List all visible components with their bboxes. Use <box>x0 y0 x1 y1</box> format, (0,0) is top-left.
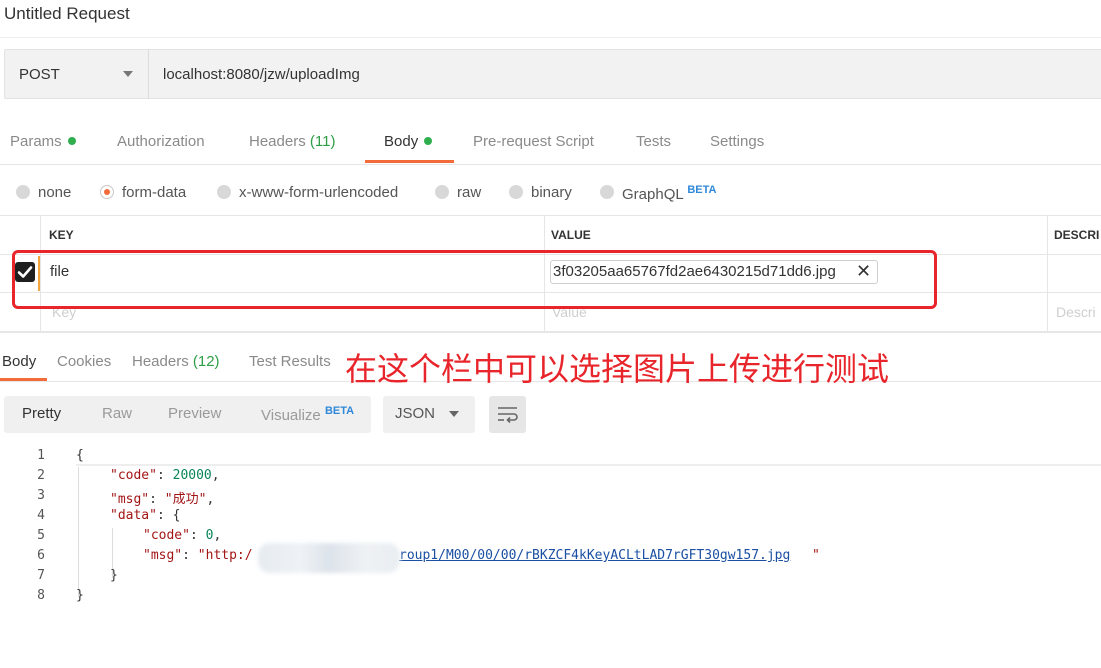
code-quote: " <box>812 548 820 563</box>
radio-label-form-data[interactable]: form-data <box>122 184 186 201</box>
beta-badge: BETA <box>687 184 717 196</box>
code-line: } <box>76 588 84 603</box>
line-number: 2 <box>37 468 45 483</box>
code-line: "msg": "成功", <box>110 492 215 507</box>
radio-label-raw[interactable]: raw <box>457 184 481 201</box>
url-input[interactable] <box>150 50 1090 98</box>
response-tab-headers[interactable]: Headers (12) <box>132 353 220 370</box>
language-label[interactable]: JSON <box>395 405 435 422</box>
divider <box>0 164 1101 165</box>
line-number: 5 <box>37 528 45 543</box>
radio-label-binary[interactable]: binary <box>531 184 572 201</box>
response-tab-cookies[interactable]: Cookies <box>57 353 111 370</box>
method-label[interactable]: POST <box>19 66 60 83</box>
tab-headers[interactable]: Headers (11) <box>249 133 335 150</box>
column-divider <box>1047 216 1048 332</box>
code-line: "code": 0, <box>143 528 222 543</box>
tab-pre-request-script[interactable]: Pre-request Script <box>473 133 594 150</box>
radio-x-www-form-urlencoded[interactable] <box>217 185 231 199</box>
radio-none[interactable] <box>16 185 30 199</box>
response-headers-count: (12) <box>192 353 220 370</box>
mode-pretty-button[interactable]: Pretty <box>22 405 61 422</box>
code-line: } <box>110 568 118 583</box>
radio-label-graphql[interactable]: GraphQL BETA <box>622 184 716 203</box>
column-header-key: KEY <box>49 228 74 242</box>
code-current-line <box>76 464 1101 466</box>
response-tab-test-results[interactable]: Test Results <box>249 353 331 370</box>
column-header-value: VALUE <box>551 228 591 242</box>
active-tab-underline <box>365 160 454 163</box>
code-line: "code": 20000, <box>110 468 220 483</box>
indent-guide <box>78 467 79 597</box>
radio-raw[interactable] <box>435 185 449 199</box>
line-number: 1 <box>37 448 45 463</box>
image-url-link[interactable]: roup1/M00/00/00/rBKZCF4kKeyACLtLAD7rGFT3… <box>399 548 790 563</box>
line-number: 3 <box>37 488 45 503</box>
beta-badge: BETA <box>324 405 355 417</box>
active-dot-icon <box>67 137 76 146</box>
radio-binary[interactable] <box>509 185 523 199</box>
divider <box>0 332 1101 333</box>
tab-tests[interactable]: Tests <box>636 133 671 150</box>
tab-params[interactable]: Params <box>10 133 76 150</box>
code-line: "msg": "http:/ <box>143 548 253 563</box>
chevron-down-icon[interactable] <box>123 71 133 77</box>
headers-count: (11) <box>309 133 336 150</box>
request-title[interactable]: Untitled Request <box>4 4 130 24</box>
radio-form-data[interactable] <box>100 185 114 199</box>
response-tab-body[interactable]: Body <box>2 353 36 370</box>
radio-label-x-www-form-urlencoded[interactable]: x-www-form-urlencoded <box>239 184 398 201</box>
wrap-lines-icon <box>498 407 518 424</box>
line-number: 8 <box>37 588 45 603</box>
divider <box>0 37 1101 38</box>
radio-graphql[interactable] <box>600 185 614 199</box>
code-line: { <box>76 448 84 463</box>
column-header-description: DESCRI <box>1054 228 1100 242</box>
line-number: 4 <box>37 508 45 523</box>
tab-settings[interactable]: Settings <box>710 133 764 150</box>
annotation-text: 在这个栏中可以选择图片上传进行测试 <box>345 350 890 388</box>
tab-authorization[interactable]: Authorization <box>117 133 205 150</box>
chevron-down-icon[interactable] <box>449 411 459 417</box>
code-line: "data": { <box>110 508 181 523</box>
mode-visualize-button[interactable]: Visualize BETA <box>261 405 354 424</box>
mode-raw-button[interactable]: Raw <box>102 405 132 422</box>
active-dot-icon <box>424 137 433 146</box>
annotation-highlight-box <box>12 250 937 309</box>
description-placeholder[interactable]: Descri <box>1056 304 1096 320</box>
wrap-lines-button[interactable] <box>489 396 526 433</box>
radio-label-none[interactable]: none <box>38 184 71 201</box>
line-number: 7 <box>37 568 45 583</box>
line-number: 6 <box>37 548 45 563</box>
mode-preview-button[interactable]: Preview <box>168 405 221 422</box>
table-border <box>0 215 1101 216</box>
redacted-blur <box>258 543 400 573</box>
tab-body[interactable]: Body <box>384 133 433 150</box>
